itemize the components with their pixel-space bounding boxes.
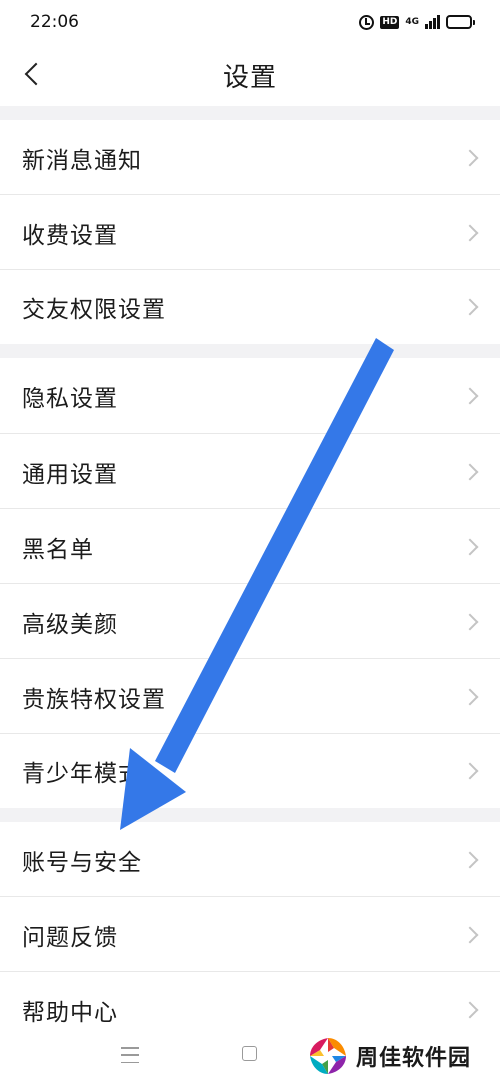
- page-header: 设置: [0, 44, 500, 106]
- chevron-left-icon[interactable]: [14, 56, 50, 92]
- settings-item-label: 账号与安全: [22, 849, 142, 876]
- settings-item-label: 帮助中心: [22, 999, 118, 1026]
- chevron-right-icon: [461, 387, 479, 404]
- settings-item-label: 新消息通知: [22, 147, 142, 174]
- watermark: 周佳软件园: [306, 1034, 471, 1078]
- chevron-right-icon: [461, 463, 479, 480]
- settings-item-label: 高级美颜: [22, 611, 118, 638]
- settings-item-label: 通用设置: [22, 461, 118, 488]
- status-icons: HD 4G: [359, 14, 475, 30]
- chevron-right-icon: [461, 613, 479, 630]
- chevron-right-icon: [461, 149, 479, 166]
- settings-item-noble-privileges[interactable]: 贵族特权设置: [0, 659, 500, 734]
- section-gap: [0, 808, 500, 822]
- home-icon[interactable]: [242, 1046, 257, 1061]
- settings-item-advanced-beauty[interactable]: 高级美颜: [0, 584, 500, 659]
- settings-item-privacy[interactable]: 隐私设置: [0, 358, 500, 433]
- hd-icon: HD: [380, 15, 400, 29]
- chevron-right-icon: [461, 688, 479, 705]
- settings-item-general[interactable]: 通用设置: [0, 434, 500, 509]
- section-gap: [0, 106, 500, 120]
- alarm-icon: [359, 14, 375, 30]
- settings-item-label: 隐私设置: [22, 385, 118, 412]
- settings-item-label: 收费设置: [22, 222, 118, 249]
- settings-item-charge-settings[interactable]: 收费设置: [0, 195, 500, 270]
- settings-item-label: 黑名单: [22, 536, 94, 563]
- settings-item-new-message-notification[interactable]: 新消息通知: [0, 120, 500, 195]
- chevron-right-icon: [461, 298, 479, 316]
- page-title: 设置: [222, 62, 277, 93]
- status-bar: 22:06 HD 4G: [0, 0, 500, 44]
- settings-item-label: 问题反馈: [22, 924, 118, 951]
- chevron-right-icon: [461, 762, 479, 780]
- signal-icon: [425, 15, 440, 29]
- settings-item-teen-mode[interactable]: 青少年模式: [0, 734, 500, 808]
- section-gap: [0, 344, 500, 358]
- settings-item-label: 贵族特权设置: [22, 686, 166, 713]
- watermark-text: 周佳软件园: [356, 1046, 472, 1071]
- settings-item-friend-permission[interactable]: 交友权限设置: [0, 270, 500, 344]
- battery-icon: [446, 15, 475, 29]
- network-4g-icon: 4G: [405, 16, 419, 27]
- chevron-right-icon: [461, 538, 479, 555]
- settings-item-label: 交友权限设置: [22, 297, 166, 323]
- chevron-right-icon: [461, 926, 479, 943]
- settings-item-account-security[interactable]: 账号与安全: [0, 822, 500, 897]
- chevron-right-icon: [461, 224, 479, 241]
- settings-item-blacklist[interactable]: 黑名单: [0, 509, 500, 584]
- menu-icon[interactable]: [121, 1047, 139, 1063]
- chevron-right-icon: [461, 851, 479, 868]
- pinwheel-logo-icon: [310, 1038, 346, 1074]
- settings-item-feedback[interactable]: 问题反馈: [0, 897, 500, 972]
- chevron-right-icon: [461, 1001, 479, 1018]
- status-time: 22:06: [30, 12, 79, 32]
- settings-item-label: 青少年模式: [22, 761, 142, 787]
